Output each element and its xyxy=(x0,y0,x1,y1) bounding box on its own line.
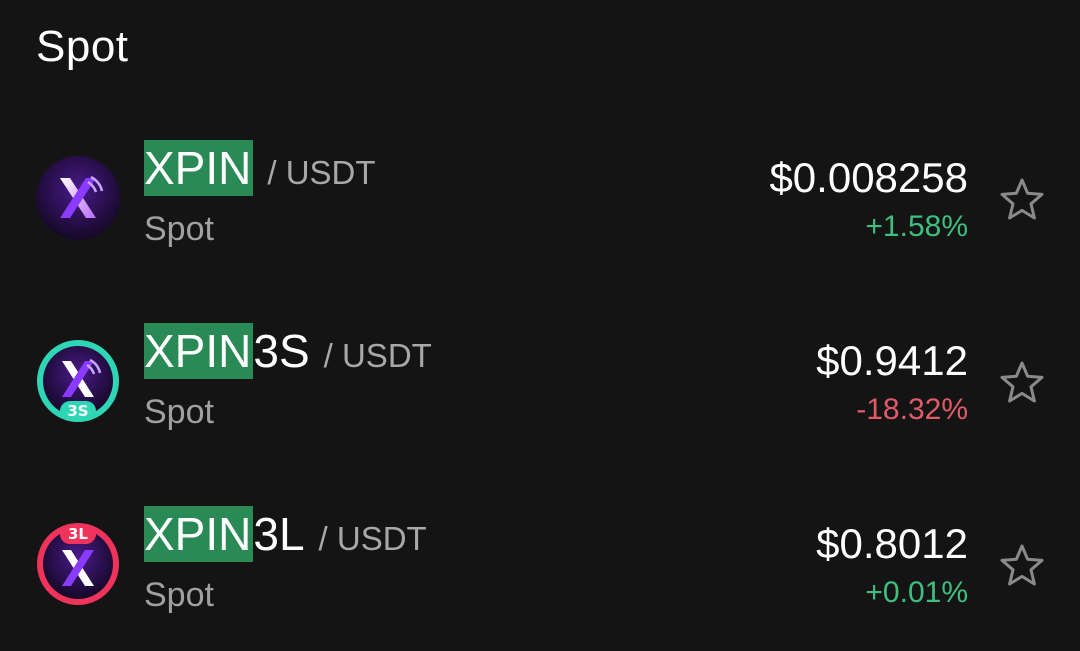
market-type: Spot xyxy=(144,210,214,248)
pair-base-highlight: XPIN xyxy=(144,140,254,196)
pair-base-highlight: XPIN xyxy=(144,506,254,562)
list-item[interactable]: 3L XPIN 3L / USDT Spot $0.8012 +0.01% xyxy=(0,488,1080,638)
market-type: Spot xyxy=(144,393,214,431)
price: $0.8012 xyxy=(816,520,968,567)
svg-text:3S: 3S xyxy=(67,402,88,420)
pair-base-suffix: 3L xyxy=(253,508,305,560)
price-change: +0.01% xyxy=(865,576,968,609)
trading-pair: XPIN 3S / USDT xyxy=(144,323,432,383)
pair-base-highlight: XPIN xyxy=(144,323,254,379)
star-outline-icon[interactable] xyxy=(998,359,1046,407)
pair-quote: / USDT xyxy=(267,154,376,191)
xpin-logo-icon xyxy=(36,156,120,240)
pair-quote: / USDT xyxy=(323,337,432,374)
market-type: Spot xyxy=(144,576,214,614)
star-outline-icon[interactable] xyxy=(998,542,1046,590)
xpin3l-logo-icon: 3L xyxy=(36,522,120,606)
price-change: +1.58% xyxy=(865,210,968,243)
star-outline-icon[interactable] xyxy=(998,176,1046,224)
price-change: -18.32% xyxy=(856,393,968,426)
price: $0.008258 xyxy=(769,154,968,201)
price: $0.9412 xyxy=(816,337,968,384)
list-item[interactable]: 3S XPIN 3S / USDT Spot $0.9412 -18.32% xyxy=(0,305,1080,455)
svg-text:3L: 3L xyxy=(68,525,88,543)
pair-base-suffix: 3S xyxy=(253,325,310,377)
trading-pair: XPIN / USDT xyxy=(144,140,376,200)
trading-pair: XPIN 3L / USDT xyxy=(144,506,427,566)
xpin3s-logo-icon: 3S xyxy=(36,339,120,423)
pair-quote: / USDT xyxy=(318,520,427,557)
section-title: Spot xyxy=(36,22,129,71)
list-item[interactable]: XPIN / USDT Spot $0.008258 +1.58% xyxy=(0,122,1080,272)
